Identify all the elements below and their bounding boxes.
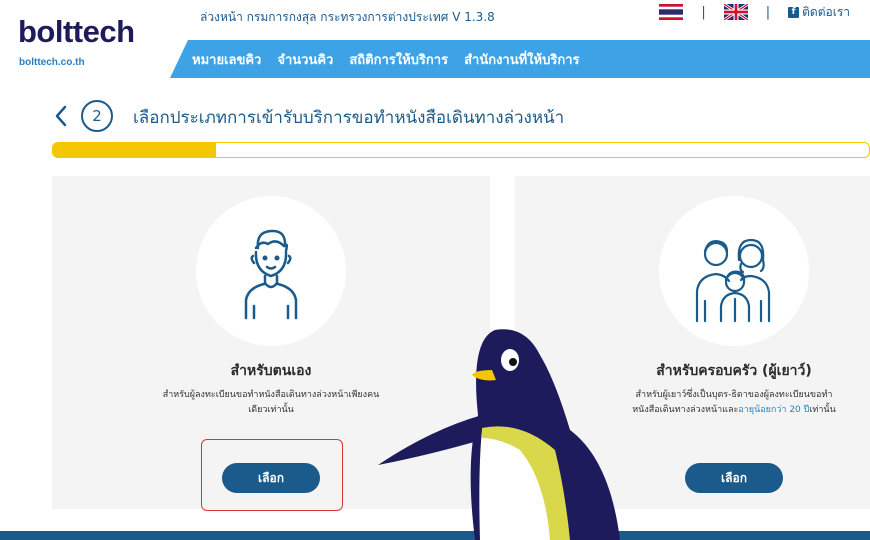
facebook-icon: f [788, 6, 800, 18]
progress-bar [52, 142, 870, 158]
top-utility-bar: | | f ติดต่อเรา [659, 0, 870, 24]
contact-link[interactable]: f ติดต่อเรา [788, 3, 870, 22]
step-indicator: 2 [81, 100, 113, 132]
bolttech-logo: bolttech [18, 14, 135, 49]
select-family-button[interactable]: เลือก [685, 463, 783, 493]
contact-label: ติดต่อเรา [802, 4, 850, 19]
back-chevron-icon[interactable] [52, 103, 70, 129]
avatar-circle [196, 196, 346, 346]
nav-item-statistics[interactable]: สถิติการให้บริการ [349, 49, 448, 70]
nav-item-queue-number[interactable]: หมายเลขคิว [192, 49, 261, 70]
card-desc-family: สำหรับผู้เยาว์ซึ่งเป็นบุตร-ธิดาของผู้ลงท… [624, 388, 844, 418]
main-nav: หมายเลขคิว จำนวนคิว สถิติการให้บริการ สำ… [170, 40, 870, 78]
family-icon [695, 238, 771, 323]
nav-item-queue-count[interactable]: จำนวนคิว [277, 49, 333, 70]
logo-area[interactable]: bolttech bolttech.co.th [0, 0, 185, 80]
avatar-circle [659, 196, 809, 346]
person-icon [244, 229, 298, 320]
age-limit-link: อายุน้อยกว่า 20 ปี [738, 405, 810, 415]
card-desc-family-end: เท่านั้น [809, 405, 836, 415]
uk-flag-icon[interactable] [723, 4, 748, 20]
logo-url: bolttech.co.th [19, 57, 85, 68]
highlight-box [201, 439, 343, 511]
card-title-self: สำหรับตนเอง [230, 363, 312, 379]
page-title: เลือกประเภทการเข้ารับบริการขอทำหนังสือเด… [133, 108, 565, 128]
system-title: ล่วงหน้า กรมการกงสุล กระทรวงการต่างประเท… [200, 10, 495, 24]
penguin-mascot-icon [378, 329, 620, 540]
divider: | [765, 4, 771, 20]
divider: | [701, 4, 706, 20]
progress-fill [53, 143, 217, 157]
nav-item-offices[interactable]: สำนักงานที่ให้บริการ [464, 49, 579, 70]
card-title-family: สำหรับครอบครัว (ผู้เยาว์) [656, 363, 812, 379]
card-desc-self: สำหรับผู้ลงทะเบียนขอทำหนังสือเดินทางล่วง… [162, 390, 380, 415]
thai-flag-icon[interactable] [659, 4, 684, 20]
